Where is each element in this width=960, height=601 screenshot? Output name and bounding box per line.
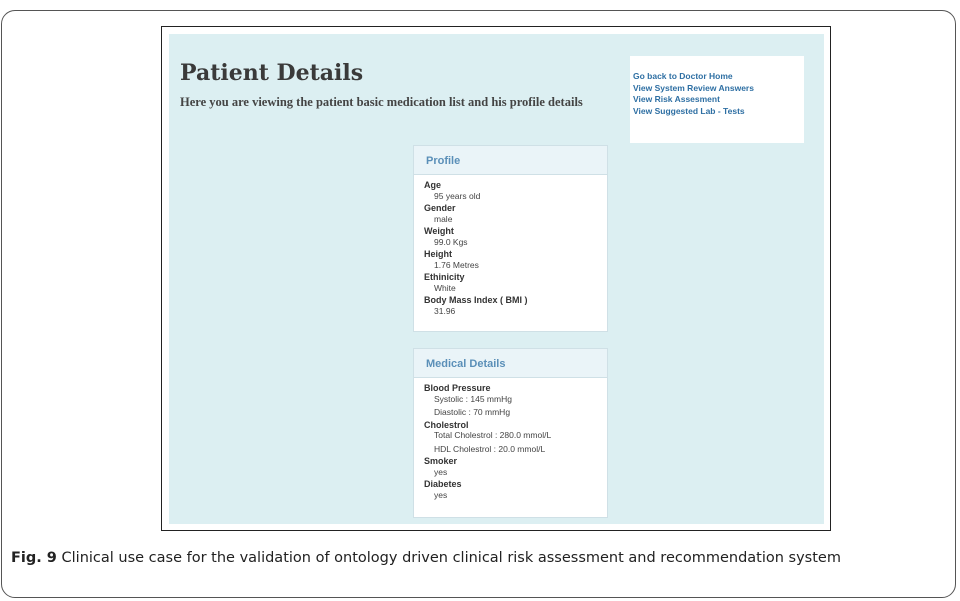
profile-panel-body: Age 95 years old Gender male Weight 99.0…	[414, 175, 607, 322]
systolic-value: Systolic : 145 mmHg	[434, 393, 512, 404]
page-subtitle: Here you are viewing the patient basic m…	[180, 95, 583, 109]
weight-value: 99.0 Kgs	[434, 236, 468, 247]
age-label: Age	[424, 180, 442, 190]
bmi-value: 31.96	[434, 305, 456, 316]
diabetes-label: Diabetes	[424, 479, 462, 489]
profile-panel: Profile Age 95 years old Gender male Wei…	[413, 145, 608, 332]
system-review-answers-link[interactable]: View System Review Answers	[633, 83, 804, 95]
gender-label: Gender	[424, 203, 456, 213]
medical-details-panel: Medical Details Blood Pressure Systolic …	[413, 348, 608, 518]
ethnicity-label: Ethinicity	[424, 272, 465, 282]
age-value: 95 years old	[434, 190, 481, 201]
screenshot-border: Patient Details Here you are viewing the…	[161, 26, 831, 531]
figure-caption: Fig. 9 Clinical use case for the validat…	[11, 547, 946, 569]
cholestrol-label: Cholestrol	[424, 419, 469, 430]
figure-caption-text: Clinical use case for the validation of …	[61, 550, 841, 566]
hdl-cholestrol-value: HDL Cholestrol : 20.0 mmol/L	[434, 443, 546, 454]
medical-panel-header: Medical Details	[414, 349, 607, 378]
height-value: 1.76 Metres	[434, 259, 479, 270]
gender-value: male	[434, 213, 453, 224]
patient-details-page: Patient Details Here you are viewing the…	[169, 34, 824, 524]
diabetes-value: yes	[434, 489, 448, 500]
diastolic-value: Diastolic : 70 mmHg	[434, 407, 511, 417]
page-title: Patient Details	[180, 60, 364, 86]
smoker-label: Smoker	[424, 456, 458, 466]
ethnicity-value: White	[434, 282, 456, 293]
total-cholestrol-value: Total Cholestrol : 280.0 mmol/L	[434, 430, 552, 440]
blood-pressure-label: Blood Pressure	[424, 383, 491, 393]
medical-panel-body: Blood Pressure Systolic : 145 mmHg Diast…	[414, 378, 607, 506]
suggested-lab-tests-link[interactable]: View Suggested Lab - Tests	[633, 106, 804, 118]
profile-panel-header: Profile	[414, 146, 607, 175]
weight-label: Weight	[424, 226, 454, 236]
navigation-box: Go back to Doctor Home View System Revie…	[630, 56, 804, 143]
risk-assessment-link[interactable]: View Risk Assesment	[633, 94, 804, 106]
height-label: Height	[424, 249, 452, 259]
doctor-home-link[interactable]: Go back to Doctor Home	[633, 71, 804, 83]
bmi-label: Body Mass Index ( BMI )	[424, 295, 528, 305]
figure-label: Fig. 9	[11, 550, 57, 566]
smoker-value: yes	[434, 466, 448, 477]
